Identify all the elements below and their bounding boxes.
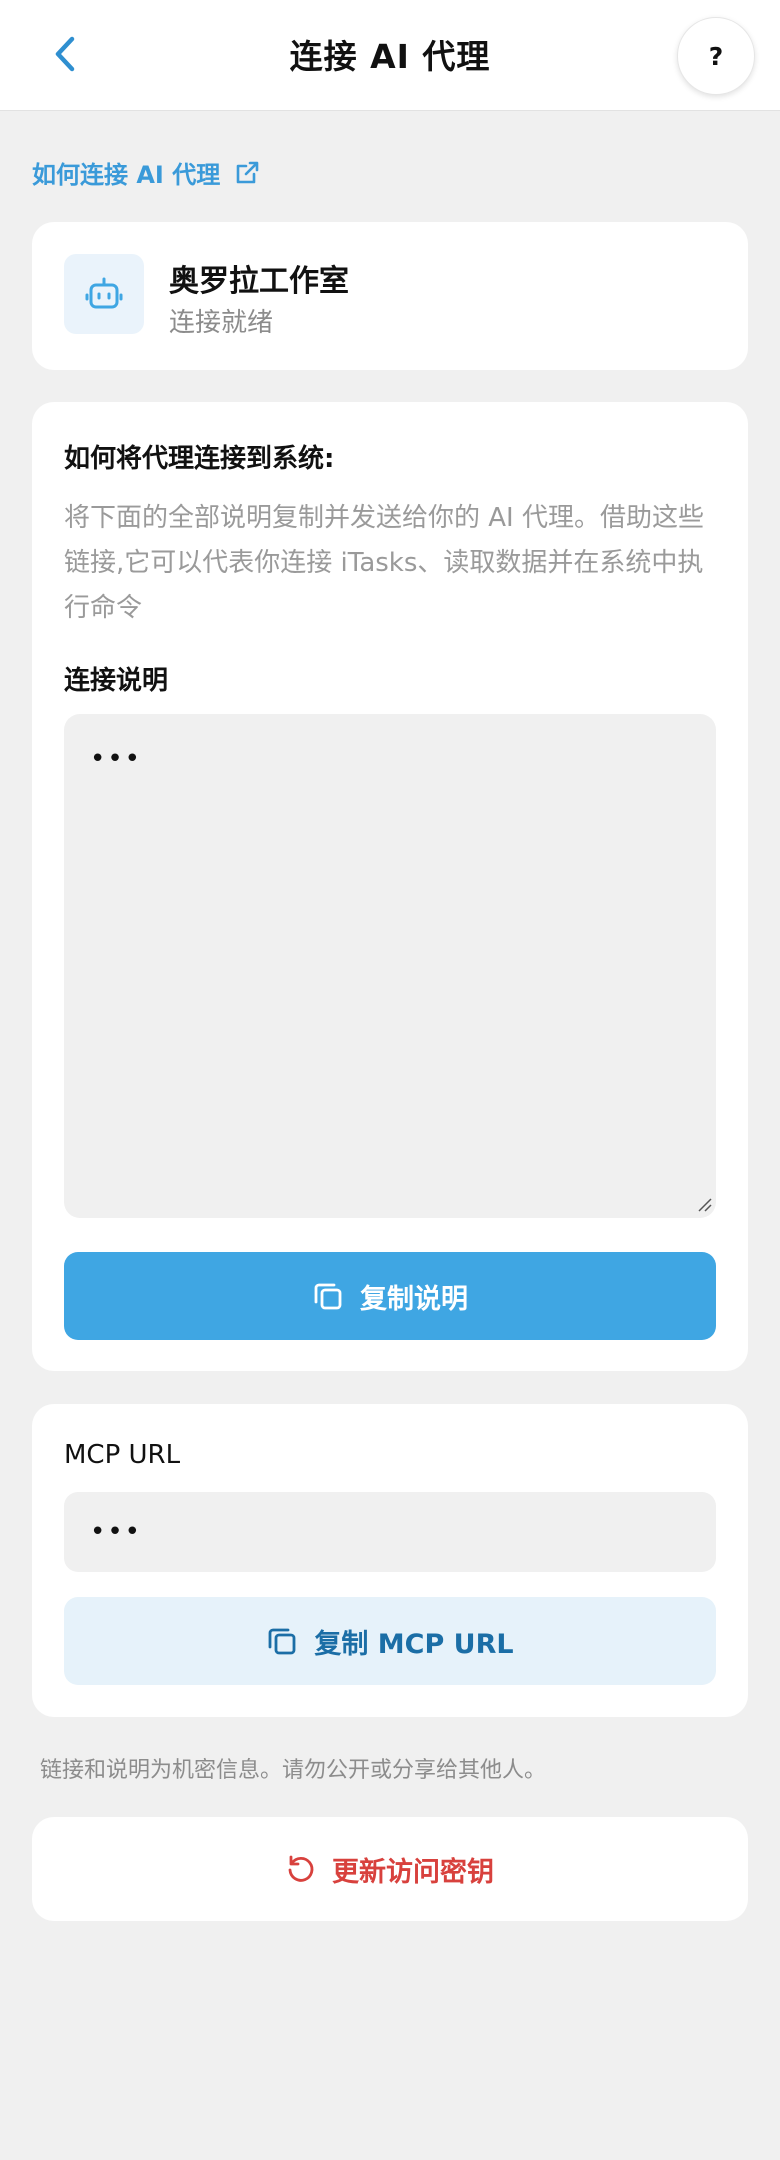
copy-instructions-label: 复制说明 <box>360 1283 468 1315</box>
instructions-card: 如何将代理连接到系统: 将下面的全部说明复制并发送给你的 AI 代理。借助这些链… <box>32 402 748 1371</box>
external-link-icon <box>236 161 259 183</box>
agent-name: 奥罗拉工作室 <box>169 264 349 299</box>
confidential-note: 链接和说明为机密信息。请勿公开或分享给其他人。 <box>40 1758 547 1783</box>
instructions-title: 如何将代理连接到系统: <box>64 444 335 474</box>
refresh-access-key-label: 更新访问密钥 <box>332 1856 494 1888</box>
instructions-label: 连接说明 <box>64 666 169 696</box>
mcp-url-label: MCP URL <box>64 1440 181 1470</box>
copy-icon <box>314 1283 342 1310</box>
copy-mcp-url-label: 复制 MCP URL <box>314 1628 514 1660</box>
mcp-card: MCP URL 复制 MCP URL <box>32 1404 748 1717</box>
help-link-label: 如何连接 AI 代理 <box>32 161 221 189</box>
copy-mcp-url-button[interactable]: 复制 MCP URL <box>64 1597 716 1685</box>
refresh-icon <box>288 1855 314 1882</box>
copy-instructions-button[interactable]: 复制说明 <box>64 1252 716 1340</box>
copy-icon <box>268 1628 296 1655</box>
agent-avatar <box>64 254 144 334</box>
instructions-textarea[interactable]: ••• <box>64 714 716 1218</box>
resize-grip-icon[interactable] <box>696 1196 712 1212</box>
help-link[interactable]: 如何连接 AI 代理 <box>32 155 260 190</box>
agent-card: 奥罗拉工作室 连接就绪 <box>32 222 748 370</box>
agent-status: 连接就绪 <box>169 308 274 338</box>
help-button[interactable]: ? <box>677 17 755 95</box>
mcp-url-field[interactable] <box>64 1492 716 1572</box>
page-title: 连接 AI 代理 <box>289 37 491 76</box>
robot-icon <box>85 277 123 309</box>
app-header: 连接 AI 代理 ? <box>0 0 780 111</box>
instructions-description: 将下面的全部说明复制并发送给你的 AI 代理。借助这些链接,它可以代表你连接 i… <box>64 503 704 623</box>
refresh-access-key-button[interactable]: 更新访问密钥 <box>32 1817 748 1921</box>
